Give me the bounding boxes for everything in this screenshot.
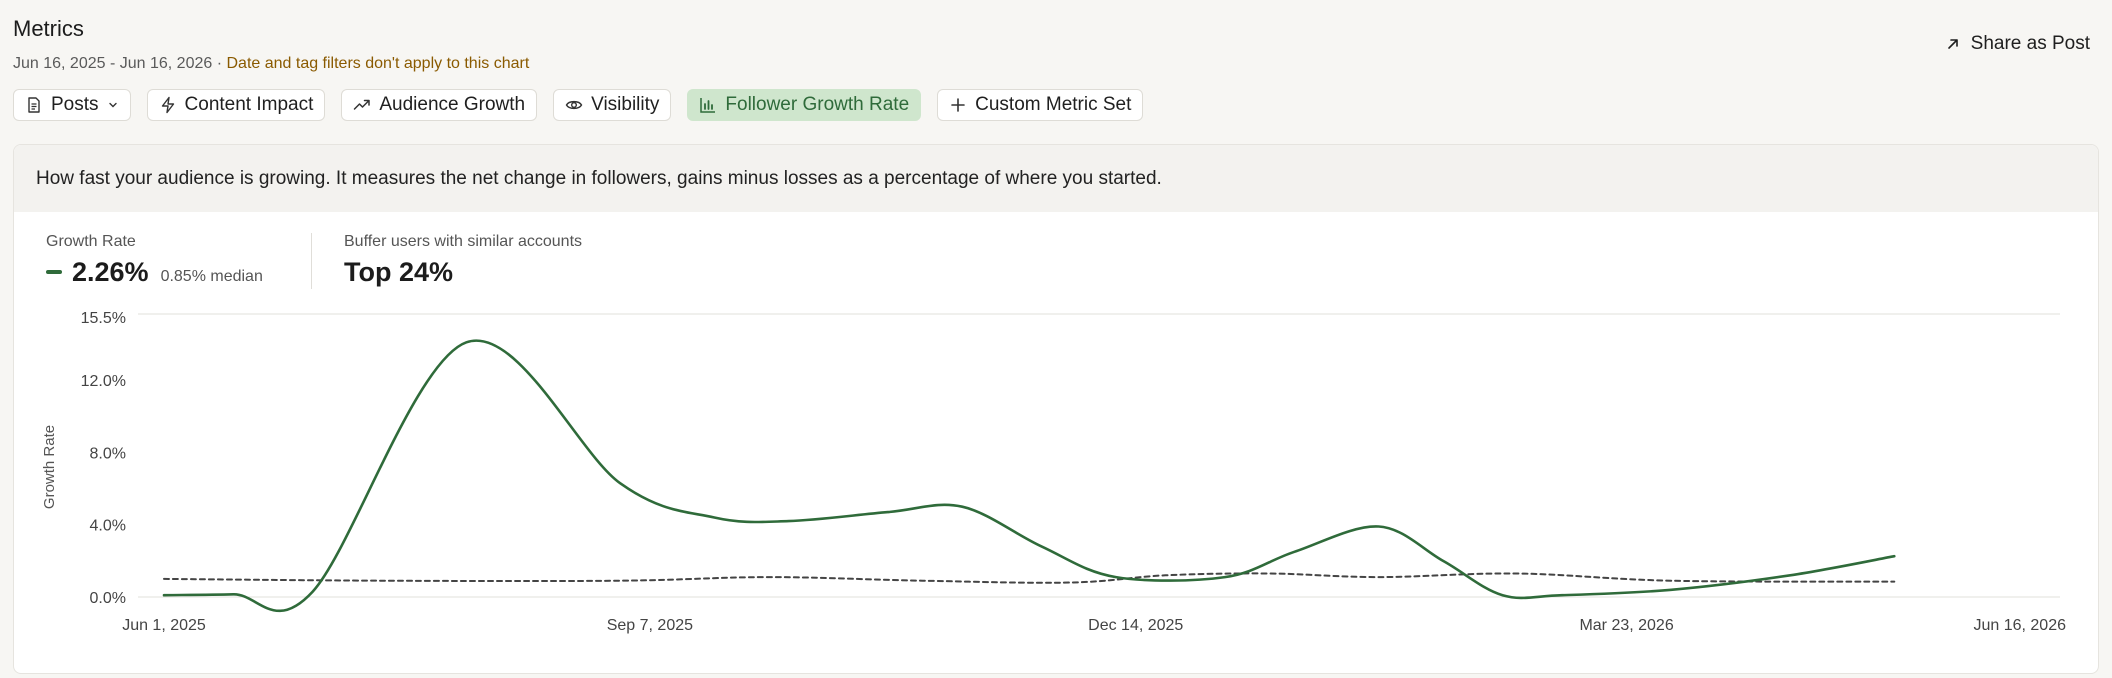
trending-up-icon — [354, 99, 371, 110]
y-tick-label: 0.0% — [90, 590, 126, 607]
chart-series — [162, 339, 1896, 613]
date-range: Jun 16, 2025 - Jun 16, 2026 — [13, 55, 213, 72]
plus-icon — [951, 98, 965, 112]
metrics-page: Metrics Jun 16, 2025 - Jun 16, 2026 · Da… — [0, 0, 2112, 678]
page-title: Metrics — [13, 16, 84, 41]
y-tick-label: 15.5% — [81, 310, 126, 327]
x-tick-label: Mar 23, 2026 — [1579, 617, 1673, 634]
x-tick-label: Jun 1, 2025 — [122, 617, 206, 634]
y-tick-label: 4.0% — [90, 518, 126, 535]
tab-label: Visibility — [591, 94, 660, 115]
lightning-icon — [161, 96, 174, 114]
y-tick-label: 12.0% — [81, 373, 126, 390]
metric-card: How fast your audience is growing. It me… — [13, 144, 2099, 674]
date-filter-info: Jun 16, 2025 - Jun 16, 2026 · Date and t… — [13, 55, 529, 73]
x-tick-label: Jun 16, 2026 — [1973, 617, 2066, 634]
tab-audience-growth[interactable]: Audience Growth — [341, 89, 538, 121]
bar-chart-icon — [700, 98, 716, 113]
y-axis-ticks: 0.0% 4.0% 8.0% 12.0% 15.5% — [81, 310, 126, 607]
growth-rate-chart: 0.0% 4.0% 8.0% 12.0% 15.5% Jun 1, 2025 Sep 7,… — [41, 310, 2066, 634]
x-axis-ticks: Jun 1, 2025 Sep 7, 2025 Dec 14, 2025 Mar 23… — [122, 617, 2066, 634]
chart-grid — [138, 313, 2060, 598]
filter-note: Date and tag filters don't apply to this… — [226, 55, 530, 72]
tab-label: Posts — [51, 94, 99, 115]
x-tick-label: Sep 7, 2025 — [607, 617, 693, 634]
tab-label: Audience Growth — [379, 94, 526, 115]
share-label: Share as Post — [1970, 33, 2090, 54]
median-series-line — [163, 572, 1896, 584]
growth-rate-series-line — [162, 339, 1896, 613]
tab-label: Content Impact — [184, 94, 314, 115]
arrow-up-right-icon — [1947, 39, 1958, 49]
separator: · — [212, 55, 227, 72]
tab-label: Follower Growth Rate — [725, 94, 910, 115]
tab-label: Custom Metric Set — [975, 94, 1132, 115]
share-as-post-button[interactable]: Share as Post — [1945, 33, 2090, 55]
x-tick-label: Dec 14, 2025 — [1088, 617, 1183, 634]
tab-follower-growth-rate[interactable]: Follower Growth Rate — [687, 89, 922, 121]
y-axis-title: Growth Rate — [41, 425, 58, 509]
eye-icon — [565, 100, 583, 110]
tab-custom-metric-set[interactable]: Custom Metric Set — [937, 89, 1144, 121]
tab-content-impact[interactable]: Content Impact — [146, 89, 326, 121]
tab-visibility[interactable]: Visibility — [553, 89, 672, 121]
metric-tabs: Posts Content Impact Audience Growth Vis… — [13, 89, 1144, 121]
document-icon — [28, 97, 40, 113]
chevron-down-icon — [108, 102, 117, 108]
y-tick-label: 8.0% — [90, 445, 126, 462]
tab-posts[interactable]: Posts — [13, 89, 131, 121]
